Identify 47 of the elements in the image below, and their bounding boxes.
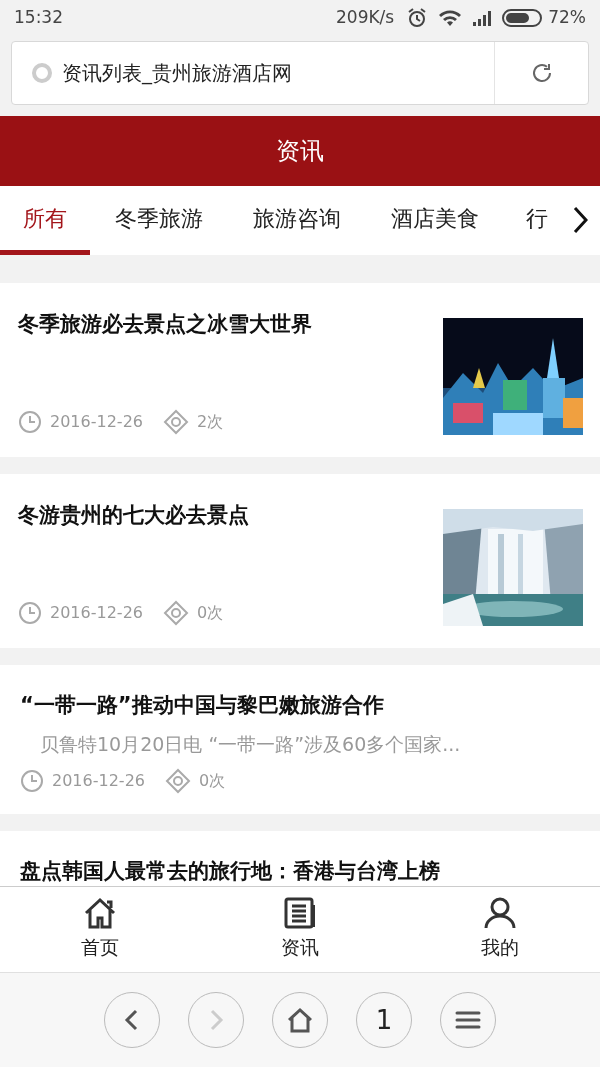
article-card[interactable]: 盘点韩国人最常去的旅行地：香港与台湾上榜 (0, 831, 600, 886)
user-icon (483, 897, 517, 930)
home-icon (286, 1007, 314, 1033)
article-card[interactable]: 冬游贵州的七大必去景点 2016-12-26 0次 (0, 474, 600, 648)
loading-icon (32, 63, 52, 83)
nav-label: 首页 (81, 935, 119, 961)
nav-label: 资讯 (281, 935, 319, 961)
chevron-right-icon[interactable] (572, 206, 588, 234)
article-card[interactable]: 冬季旅游必去景点之冰雪大世界 2016-12-26 2次 (0, 283, 600, 457)
article-date: 2016-12-26 (50, 602, 143, 624)
article-date: 2016-12-26 (52, 770, 145, 792)
article-card[interactable]: “一带一路”推动中国与黎巴嫩旅游合作 贝鲁特10月20日电 “一带一路”涉及60多个国家... 2016-12-26 0次 (0, 665, 600, 814)
tab[interactable]: 冬季旅游 (90, 186, 228, 255)
view-count: 0次 (197, 602, 224, 624)
article-date: 2016-12-26 (50, 411, 143, 433)
views-icon (163, 600, 189, 626)
nav-item[interactable]: 我的 (400, 887, 600, 972)
article-title: 冬游贵州的七大必去景点 (18, 502, 250, 529)
article-title: 盘点韩国人最常去的旅行地：香港与台湾上榜 (20, 858, 441, 885)
tab[interactable]: 所有 (0, 186, 90, 255)
views-icon (163, 409, 189, 435)
view-count: 0次 (199, 770, 226, 792)
address-bar[interactable]: 资讯列表_贵州旅游酒店网 (11, 41, 589, 105)
nav-item[interactable]: 资讯 (200, 887, 400, 972)
article-summary: 贝鲁特10月20日电 “一带一路”涉及60多个国家... (39, 731, 462, 757)
clock-icon (18, 410, 42, 434)
tab[interactable]: 行 (504, 186, 564, 255)
network-speed: 209K/s (336, 6, 395, 30)
clock-icon (20, 769, 44, 793)
home-icon (83, 897, 117, 930)
menu-icon (454, 1009, 482, 1031)
battery-percent: 72% (548, 6, 586, 30)
tab[interactable]: 酒店美食 (366, 186, 504, 255)
newspaper-icon (284, 897, 316, 930)
view-count: 2次 (197, 411, 224, 433)
nav-label: 我的 (481, 935, 519, 961)
views-icon (165, 768, 191, 794)
wifi-icon (438, 9, 463, 27)
tab[interactable]: 旅游咨询 (228, 186, 366, 255)
battery-icon (502, 9, 543, 27)
page-title: 资讯列表_贵州旅游酒店网 (62, 60, 293, 87)
article-title: “一带一路”推动中国与黎巴嫩旅游合作 (20, 692, 385, 719)
nav-item[interactable]: 首页 (0, 887, 200, 972)
clock-icon (18, 601, 42, 625)
header-title: 资讯 (276, 136, 324, 167)
article-title: 冬季旅游必去景点之冰雪大世界 (18, 311, 313, 338)
clock-time: 15:32 (14, 6, 63, 30)
